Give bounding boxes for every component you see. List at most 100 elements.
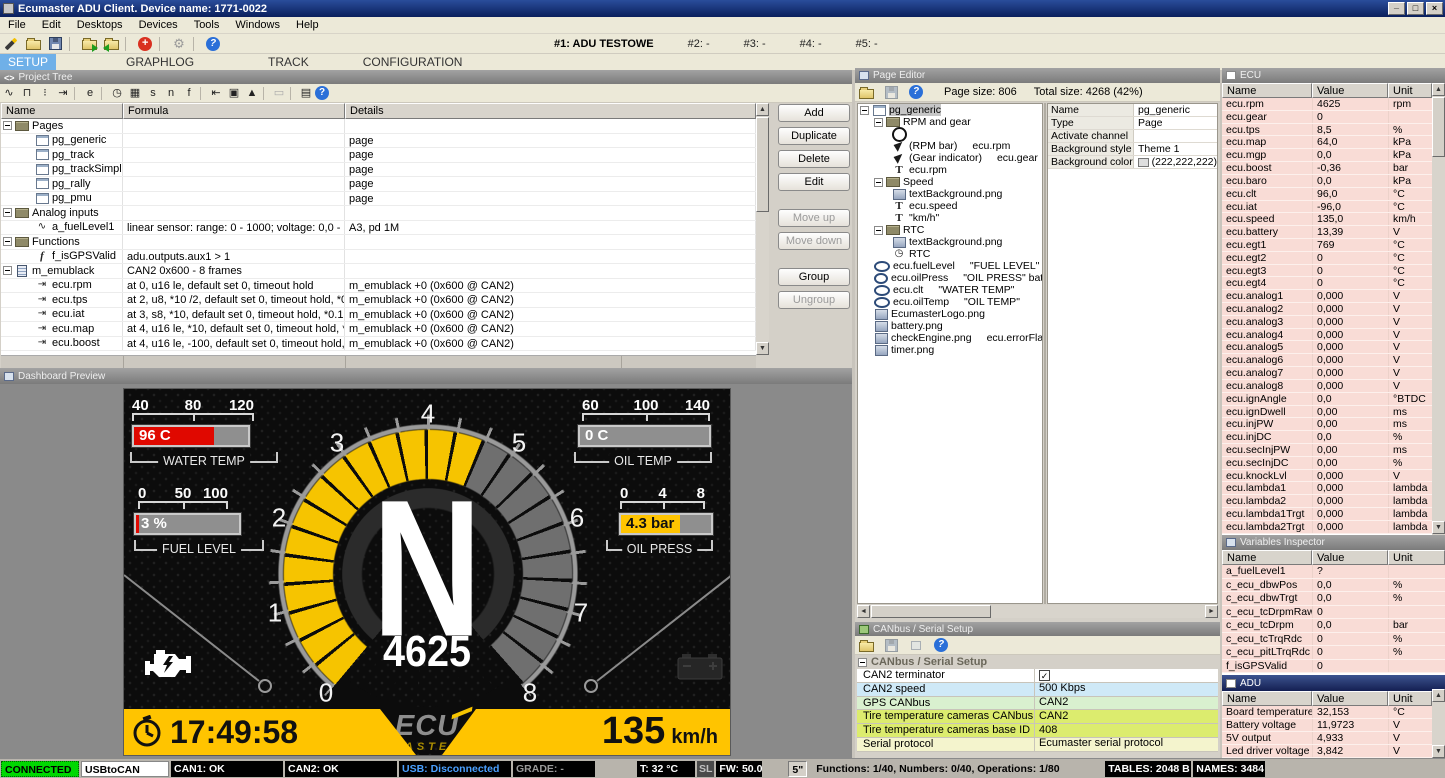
tree-expander-icon[interactable] bbox=[3, 237, 12, 246]
tree-expander-icon[interactable] bbox=[860, 106, 869, 115]
page-tree-item[interactable]: ecu.speed bbox=[858, 200, 1042, 212]
channel-row[interactable]: ecu.analog8 0,000 V bbox=[1222, 380, 1432, 393]
scroll-thumb[interactable] bbox=[1432, 97, 1445, 157]
property-value[interactable]: Theme 1 bbox=[1138, 143, 1179, 155]
vertical-scrollbar[interactable]: ▲ ▼ bbox=[756, 103, 769, 355]
setting-row[interactable]: Tire temperature cameras CANbus CAN2 bbox=[857, 710, 1218, 724]
scroll-down-icon[interactable]: ▼ bbox=[756, 342, 769, 355]
column-header-name[interactable]: Name bbox=[1, 103, 123, 119]
property-row[interactable]: Name pg_generic bbox=[1048, 104, 1217, 117]
setting-value[interactable]: CAN2 bbox=[1039, 710, 1068, 724]
page-tree-item[interactable]: textBackground.png bbox=[858, 188, 1042, 200]
scroll-thumb[interactable] bbox=[871, 605, 991, 618]
help-icon[interactable]: ? bbox=[931, 636, 951, 654]
channel-row[interactable]: ecu.boost -0,36 bar bbox=[1222, 162, 1432, 175]
table-row[interactable]: Pages bbox=[1, 119, 756, 134]
pencil-icon[interactable] bbox=[1, 35, 21, 53]
help-icon[interactable]: ? bbox=[906, 83, 926, 101]
separator[interactable] bbox=[290, 87, 295, 100]
channel-row[interactable]: ecu.egt4 0 °C bbox=[1222, 277, 1432, 290]
page-tree-item[interactable]: checkEngine.png ecu.errorFlags bbox=[858, 332, 1042, 344]
table-row[interactable]: pg_generic page bbox=[1, 134, 756, 149]
table-row[interactable]: ecu.map at 4, u16 le, *10, default set 0… bbox=[1, 322, 756, 337]
channel-row[interactable]: ecu.clt 96,0 °C bbox=[1222, 188, 1432, 201]
channel-row[interactable]: ecu.knockLvl 0,000 V bbox=[1222, 470, 1432, 483]
column-header-unit[interactable]: Unit bbox=[1388, 550, 1445, 565]
menu-item[interactable]: Edit bbox=[34, 18, 69, 32]
variable-row[interactable]: c_ecu_tcDrpmRaw 0 bbox=[1222, 606, 1445, 620]
setting-row[interactable]: Serial protocol Ecumaster serial protoco… bbox=[857, 738, 1218, 752]
adu-row[interactable]: Board temperature 32,153 °C bbox=[1222, 706, 1432, 719]
page-tree-item[interactable]: EcumasterLogo.png bbox=[858, 308, 1042, 320]
channel-row[interactable]: ecu.gear 0 bbox=[1222, 111, 1432, 124]
analog-input-icon[interactable] bbox=[0, 86, 18, 101]
tab[interactable]: CONFIGURATION bbox=[355, 54, 471, 70]
page-tree-item[interactable]: textBackground.png bbox=[858, 236, 1042, 248]
action-button[interactable]: Add bbox=[778, 104, 850, 122]
variable-row[interactable]: c_ecu_dbwPos 0,0 % bbox=[1222, 579, 1445, 593]
open-icon[interactable] bbox=[856, 83, 876, 101]
add-device-icon[interactable] bbox=[135, 35, 155, 53]
channel-row[interactable]: ecu.secInjPW 0,00 ms bbox=[1222, 444, 1432, 457]
help-icon[interactable] bbox=[315, 86, 329, 100]
menu-item[interactable]: Tools bbox=[186, 18, 228, 32]
separator[interactable] bbox=[101, 87, 106, 100]
column-header-name[interactable]: Name bbox=[1222, 83, 1312, 98]
digital-input-icon[interactable] bbox=[18, 86, 36, 101]
menu-item[interactable]: Windows bbox=[227, 18, 288, 32]
variable-row[interactable]: c_ecu_tcDrpm 0,0 bar bbox=[1222, 619, 1445, 633]
property-value[interactable]: pg_generic bbox=[1138, 104, 1190, 116]
channel-row[interactable]: ecu.egt2 0 °C bbox=[1222, 252, 1432, 265]
channel-row[interactable]: ecu.egt3 0 °C bbox=[1222, 265, 1432, 278]
timer-icon[interactable] bbox=[108, 86, 126, 101]
channel-row[interactable]: ecu.map 64,0 kPa bbox=[1222, 136, 1432, 149]
separator[interactable] bbox=[200, 87, 205, 100]
channel-row[interactable]: ecu.mgp 0,0 kPa bbox=[1222, 149, 1432, 162]
page-icon[interactable] bbox=[225, 86, 243, 101]
column-header-formula[interactable]: Formula bbox=[123, 103, 345, 119]
page-tree-item[interactable]: pg_generic bbox=[858, 104, 1042, 116]
table-row[interactable]: m_emublack CAN2 0x600 - 8 frames bbox=[1, 264, 756, 279]
desktop-tab[interactable]: #3: - bbox=[744, 38, 766, 50]
menu-item[interactable]: File bbox=[0, 18, 34, 32]
open-project-icon[interactable] bbox=[23, 35, 43, 53]
checkbox[interactable] bbox=[1039, 670, 1050, 681]
scroll-down-icon[interactable]: ▼ bbox=[1432, 521, 1445, 534]
channel-row[interactable]: ecu.lambda1Trgt 0,000 lambda bbox=[1222, 508, 1432, 521]
save-icon[interactable] bbox=[881, 636, 901, 654]
channel-row[interactable]: ecu.injDC 0,0 % bbox=[1222, 431, 1432, 444]
table-row[interactable]: f_isGPSValid adu.outputs.aux1 > 1 bbox=[1, 250, 756, 265]
channel-row[interactable]: ecu.analog5 0,000 V bbox=[1222, 341, 1432, 354]
desktop-tab[interactable]: #2: - bbox=[688, 38, 710, 50]
channel-row[interactable]: ecu.lambda1 0,000 lambda bbox=[1222, 482, 1432, 495]
property-row[interactable]: Activate channel bbox=[1048, 130, 1217, 143]
channel-row[interactable]: ecu.lambda2 0,000 lambda bbox=[1222, 495, 1432, 508]
column-header-value[interactable]: Value bbox=[1312, 550, 1388, 565]
adu-row[interactable]: 5V output 4,933 V bbox=[1222, 732, 1432, 745]
adu-row[interactable]: Led driver voltage 3,842 V bbox=[1222, 745, 1432, 758]
action-button[interactable]: Move down bbox=[778, 232, 850, 250]
horizontal-scrollbar[interactable] bbox=[1, 355, 756, 368]
column-header-name[interactable]: Name bbox=[1222, 691, 1312, 706]
action-button[interactable]: Duplicate bbox=[778, 127, 850, 145]
splitter[interactable] bbox=[1044, 103, 1046, 604]
scroll-down-icon[interactable]: ▼ bbox=[1432, 745, 1445, 758]
function-icon[interactable] bbox=[180, 86, 198, 101]
page-tree-item[interactable]: RPM and gear bbox=[858, 116, 1042, 128]
section-collapse-icon[interactable] bbox=[858, 658, 867, 667]
desktop-tab[interactable]: #1: ADU TESTOWE bbox=[554, 38, 654, 50]
minimize-button[interactable] bbox=[1388, 2, 1405, 15]
help-icon[interactable]: ? bbox=[203, 35, 223, 53]
tab[interactable]: TRACK bbox=[260, 54, 317, 70]
channel-row[interactable]: ecu.ignDwell 0,00 ms bbox=[1222, 406, 1432, 419]
variable-row[interactable]: c_ecu_pitLTrqRdc 0 % bbox=[1222, 646, 1445, 660]
table-row[interactable]: pg_rally page bbox=[1, 177, 756, 192]
channel-row[interactable]: ecu.lambda2Trgt 0,000 lambda bbox=[1222, 521, 1432, 534]
page-tree-item[interactable]: ecu.oilPress "OIL PRESS" battery bbox=[858, 272, 1042, 284]
page-tree-item[interactable]: "km/h" bbox=[858, 212, 1042, 224]
page-tree-item[interactable]: ecu.clt "WATER TEMP" bbox=[858, 284, 1042, 296]
channel-row[interactable]: ecu.analog2 0,000 V bbox=[1222, 303, 1432, 316]
property-row[interactable]: Type Page bbox=[1048, 117, 1217, 130]
variable-row[interactable]: a_fuelLevel1 ? bbox=[1222, 565, 1445, 579]
column-header-details[interactable]: Details bbox=[345, 103, 756, 119]
